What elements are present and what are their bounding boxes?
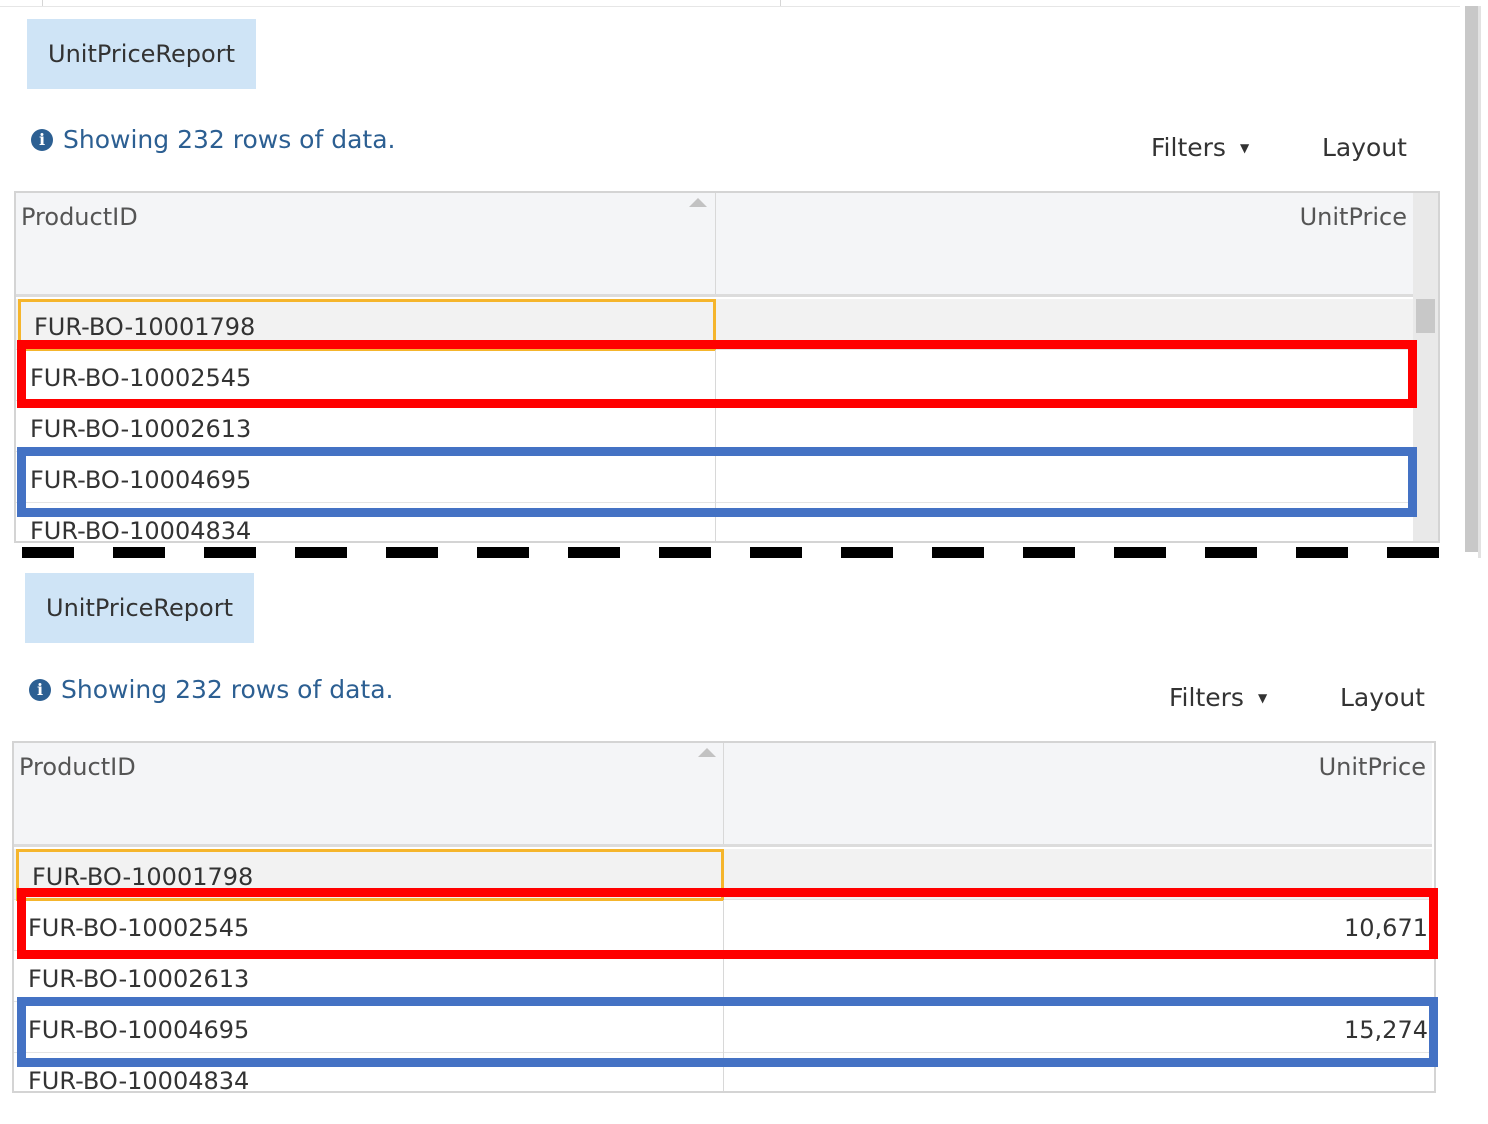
row-count-text: Showing 232 rows of data. bbox=[63, 125, 396, 154]
grid-scrollbar-thumb[interactable] bbox=[1416, 299, 1435, 333]
grid-header: ProductID UnitPrice bbox=[16, 193, 1413, 297]
cell-productid[interactable]: FUR-BO-10004695 bbox=[16, 452, 716, 503]
layout-button[interactable]: Layout bbox=[1322, 133, 1407, 163]
column-header-unitprice[interactable]: UnitPrice bbox=[716, 193, 1413, 294]
grid-vertical-scrollbar[interactable] bbox=[1413, 193, 1438, 541]
cell-unitprice[interactable] bbox=[716, 452, 1413, 503]
column-header-label: UnitPrice bbox=[1299, 203, 1407, 231]
cell-unitprice[interactable] bbox=[724, 849, 1432, 900]
cell-unitprice[interactable] bbox=[716, 401, 1413, 452]
table-row[interactable]: FUR-BO-10004834 bbox=[16, 503, 1413, 541]
table-row[interactable]: FUR-BO-10002613 bbox=[16, 401, 1413, 452]
cell-unitprice[interactable] bbox=[716, 299, 1413, 350]
caret-down-icon: ▼ bbox=[1257, 691, 1268, 705]
report-tab[interactable]: UnitPriceReport bbox=[25, 573, 254, 643]
column-header-label: ProductID bbox=[21, 203, 138, 231]
column-header-label: ProductID bbox=[19, 753, 136, 781]
cell-productid[interactable]: FUR-BO-10001798 bbox=[14, 849, 724, 900]
column-header-productid[interactable]: ProductID bbox=[16, 193, 716, 294]
cell-productid[interactable]: FUR-BO-10001798 bbox=[16, 299, 716, 350]
cell-productid[interactable]: FUR-BO-10002545 bbox=[16, 350, 716, 401]
report-tab[interactable]: UnitPriceReport bbox=[27, 19, 256, 89]
info-circle-icon: i bbox=[31, 129, 53, 151]
sort-ascending-icon[interactable] bbox=[689, 198, 707, 207]
table-row[interactable]: FUR-BO-10004834 bbox=[14, 1053, 1432, 1091]
cell-productid[interactable]: FUR-BO-10004834 bbox=[14, 1053, 724, 1091]
column-header-unitprice[interactable]: UnitPrice bbox=[724, 743, 1432, 844]
cell-unitprice[interactable]: 15,274 bbox=[724, 1002, 1432, 1053]
table-row[interactable]: FUR-BO-10004695 15,274 bbox=[14, 1002, 1432, 1053]
filters-button[interactable]: Filters ▼ bbox=[1169, 683, 1267, 713]
report-panel-after: UnitPriceReport i Showing 232 rows of da… bbox=[0, 558, 1488, 1124]
data-grid: ProductID UnitPrice FUR-BO-10001798 FUR-… bbox=[14, 191, 1440, 543]
filters-label: Filters bbox=[1169, 683, 1244, 712]
cell-unitprice[interactable] bbox=[716, 503, 1413, 541]
cell-productid[interactable]: FUR-BO-10002613 bbox=[14, 951, 724, 1002]
grid-header: ProductID UnitPrice bbox=[14, 743, 1432, 847]
layout-button[interactable]: Layout bbox=[1340, 683, 1425, 713]
filters-label: Filters bbox=[1151, 133, 1226, 162]
table-row[interactable]: FUR-BO-10002545 bbox=[16, 350, 1413, 401]
table-row[interactable]: FUR-BO-10002613 bbox=[14, 951, 1432, 1002]
cell-productid[interactable]: FUR-BO-10002545 bbox=[14, 900, 724, 951]
row-count-text: Showing 232 rows of data. bbox=[61, 675, 394, 704]
cell-productid[interactable]: FUR-BO-10004834 bbox=[16, 503, 716, 541]
cell-productid[interactable]: FUR-BO-10002613 bbox=[16, 401, 716, 452]
cell-unitprice[interactable] bbox=[716, 350, 1413, 401]
cell-productid[interactable]: FUR-BO-10004695 bbox=[14, 1002, 724, 1053]
cell-unitprice[interactable]: 10,671 bbox=[724, 900, 1432, 951]
cell-unitprice[interactable] bbox=[724, 1053, 1432, 1091]
column-header-productid[interactable]: ProductID bbox=[14, 743, 724, 844]
comparison-divider bbox=[22, 547, 1462, 558]
data-grid: ProductID UnitPrice FUR-BO-10001798 FUR-… bbox=[12, 741, 1436, 1093]
table-row[interactable]: FUR-BO-10001798 bbox=[14, 849, 1432, 900]
report-panel-before: UnitPriceReport i Showing 232 rows of da… bbox=[0, 0, 1488, 558]
caret-down-icon: ▼ bbox=[1239, 141, 1250, 155]
layout-label: Layout bbox=[1322, 133, 1407, 162]
row-count-info: i Showing 232 rows of data. bbox=[31, 125, 395, 155]
table-row[interactable]: FUR-BO-10001798 bbox=[16, 299, 1413, 350]
table-row[interactable]: FUR-BO-10002545 10,671 bbox=[14, 900, 1432, 951]
layout-label: Layout bbox=[1340, 683, 1425, 712]
info-circle-icon: i bbox=[29, 679, 51, 701]
cell-unitprice[interactable] bbox=[724, 951, 1432, 1002]
column-header-label: UnitPrice bbox=[1318, 753, 1426, 781]
filters-button[interactable]: Filters ▼ bbox=[1151, 133, 1249, 163]
sort-ascending-icon[interactable] bbox=[698, 748, 716, 757]
row-count-info: i Showing 232 rows of data. bbox=[29, 675, 393, 705]
table-row[interactable]: FUR-BO-10004695 bbox=[16, 452, 1413, 503]
